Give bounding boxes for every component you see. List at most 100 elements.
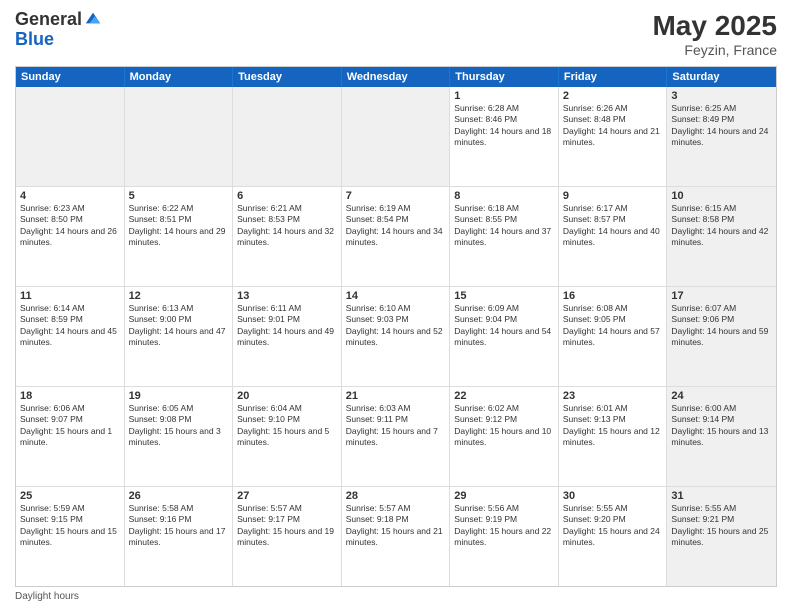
calendar-cell: 15Sunrise: 6:09 AM Sunset: 9:04 PM Dayli… (450, 287, 559, 386)
cell-info: Sunrise: 6:14 AM Sunset: 8:59 PM Dayligh… (20, 303, 120, 349)
day-number: 21 (346, 390, 446, 402)
calendar-cell: 22Sunrise: 6:02 AM Sunset: 9:12 PM Dayli… (450, 387, 559, 486)
day-number: 2 (563, 90, 663, 102)
logo-general-text: General (15, 10, 82, 30)
cell-info: Sunrise: 6:08 AM Sunset: 9:05 PM Dayligh… (563, 303, 663, 349)
calendar-cell: 13Sunrise: 6:11 AM Sunset: 9:01 PM Dayli… (233, 287, 342, 386)
cell-info: Sunrise: 5:56 AM Sunset: 9:19 PM Dayligh… (454, 503, 554, 549)
day-number: 12 (129, 290, 229, 302)
day-number: 19 (129, 390, 229, 402)
calendar-body: 1Sunrise: 6:28 AM Sunset: 8:46 PM Daylig… (16, 87, 776, 586)
calendar-cell (342, 87, 451, 186)
month-year: May 2025 (652, 10, 777, 42)
day-number: 20 (237, 390, 337, 402)
cell-info: Sunrise: 6:23 AM Sunset: 8:50 PM Dayligh… (20, 203, 120, 249)
location: Feyzin, France (652, 42, 777, 58)
calendar-cell: 5Sunrise: 6:22 AM Sunset: 8:51 PM Daylig… (125, 187, 234, 286)
cell-info: Sunrise: 6:26 AM Sunset: 8:48 PM Dayligh… (563, 103, 663, 149)
calendar-row: 4Sunrise: 6:23 AM Sunset: 8:50 PM Daylig… (16, 187, 776, 287)
calendar-cell: 20Sunrise: 6:04 AM Sunset: 9:10 PM Dayli… (233, 387, 342, 486)
day-number: 7 (346, 190, 446, 202)
calendar-row: 1Sunrise: 6:28 AM Sunset: 8:46 PM Daylig… (16, 87, 776, 187)
page: General Blue May 2025 Feyzin, France Sun… (0, 0, 792, 612)
calendar-cell (125, 87, 234, 186)
calendar-cell: 31Sunrise: 5:55 AM Sunset: 9:21 PM Dayli… (667, 487, 776, 586)
calendar-row: 25Sunrise: 5:59 AM Sunset: 9:15 PM Dayli… (16, 487, 776, 586)
calendar-header-cell: Sunday (16, 67, 125, 87)
day-number: 26 (129, 490, 229, 502)
day-number: 17 (671, 290, 772, 302)
calendar-row: 18Sunrise: 6:06 AM Sunset: 9:07 PM Dayli… (16, 387, 776, 487)
day-number: 31 (671, 490, 772, 502)
cell-info: Sunrise: 6:11 AM Sunset: 9:01 PM Dayligh… (237, 303, 337, 349)
calendar-header-cell: Monday (125, 67, 234, 87)
day-number: 18 (20, 390, 120, 402)
logo: General Blue (15, 10, 102, 50)
cell-info: Sunrise: 6:05 AM Sunset: 9:08 PM Dayligh… (129, 403, 229, 449)
calendar-cell: 27Sunrise: 5:57 AM Sunset: 9:17 PM Dayli… (233, 487, 342, 586)
cell-info: Sunrise: 6:25 AM Sunset: 8:49 PM Dayligh… (671, 103, 772, 149)
calendar-cell: 6Sunrise: 6:21 AM Sunset: 8:53 PM Daylig… (233, 187, 342, 286)
cell-info: Sunrise: 6:18 AM Sunset: 8:55 PM Dayligh… (454, 203, 554, 249)
calendar-cell: 3Sunrise: 6:25 AM Sunset: 8:49 PM Daylig… (667, 87, 776, 186)
calendar-cell: 29Sunrise: 5:56 AM Sunset: 9:19 PM Dayli… (450, 487, 559, 586)
cell-info: Sunrise: 6:10 AM Sunset: 9:03 PM Dayligh… (346, 303, 446, 349)
calendar-cell: 23Sunrise: 6:01 AM Sunset: 9:13 PM Dayli… (559, 387, 668, 486)
cell-info: Sunrise: 5:59 AM Sunset: 9:15 PM Dayligh… (20, 503, 120, 549)
calendar-cell: 7Sunrise: 6:19 AM Sunset: 8:54 PM Daylig… (342, 187, 451, 286)
calendar-cell: 17Sunrise: 6:07 AM Sunset: 9:06 PM Dayli… (667, 287, 776, 386)
calendar-cell: 11Sunrise: 6:14 AM Sunset: 8:59 PM Dayli… (16, 287, 125, 386)
calendar-cell: 14Sunrise: 6:10 AM Sunset: 9:03 PM Dayli… (342, 287, 451, 386)
cell-info: Sunrise: 6:28 AM Sunset: 8:46 PM Dayligh… (454, 103, 554, 149)
calendar: SundayMondayTuesdayWednesdayThursdayFrid… (15, 66, 777, 587)
cell-info: Sunrise: 6:22 AM Sunset: 8:51 PM Dayligh… (129, 203, 229, 249)
day-number: 15 (454, 290, 554, 302)
day-number: 3 (671, 90, 772, 102)
calendar-cell: 1Sunrise: 6:28 AM Sunset: 8:46 PM Daylig… (450, 87, 559, 186)
day-number: 16 (563, 290, 663, 302)
cell-info: Sunrise: 6:04 AM Sunset: 9:10 PM Dayligh… (237, 403, 337, 449)
calendar-cell: 12Sunrise: 6:13 AM Sunset: 9:00 PM Dayli… (125, 287, 234, 386)
day-number: 27 (237, 490, 337, 502)
cell-info: Sunrise: 5:55 AM Sunset: 9:20 PM Dayligh… (563, 503, 663, 549)
cell-info: Sunrise: 5:57 AM Sunset: 9:18 PM Dayligh… (346, 503, 446, 549)
logo-blue-text: Blue (15, 29, 54, 49)
day-number: 29 (454, 490, 554, 502)
day-number: 23 (563, 390, 663, 402)
cell-info: Sunrise: 6:13 AM Sunset: 9:00 PM Dayligh… (129, 303, 229, 349)
cell-info: Sunrise: 6:01 AM Sunset: 9:13 PM Dayligh… (563, 403, 663, 449)
cell-info: Sunrise: 6:21 AM Sunset: 8:53 PM Dayligh… (237, 203, 337, 249)
day-number: 8 (454, 190, 554, 202)
logo-icon (84, 9, 102, 27)
day-number: 28 (346, 490, 446, 502)
calendar-cell: 4Sunrise: 6:23 AM Sunset: 8:50 PM Daylig… (16, 187, 125, 286)
day-number: 5 (129, 190, 229, 202)
cell-info: Sunrise: 6:15 AM Sunset: 8:58 PM Dayligh… (671, 203, 772, 249)
calendar-cell: 8Sunrise: 6:18 AM Sunset: 8:55 PM Daylig… (450, 187, 559, 286)
calendar-cell: 16Sunrise: 6:08 AM Sunset: 9:05 PM Dayli… (559, 287, 668, 386)
calendar-cell (233, 87, 342, 186)
calendar-header: SundayMondayTuesdayWednesdayThursdayFrid… (16, 67, 776, 87)
cell-info: Sunrise: 5:55 AM Sunset: 9:21 PM Dayligh… (671, 503, 772, 549)
cell-info: Sunrise: 5:58 AM Sunset: 9:16 PM Dayligh… (129, 503, 229, 549)
day-number: 24 (671, 390, 772, 402)
calendar-cell: 2Sunrise: 6:26 AM Sunset: 8:48 PM Daylig… (559, 87, 668, 186)
calendar-header-cell: Saturday (667, 67, 776, 87)
footer-note: Daylight hours (15, 591, 777, 602)
calendar-cell: 9Sunrise: 6:17 AM Sunset: 8:57 PM Daylig… (559, 187, 668, 286)
cell-info: Sunrise: 6:02 AM Sunset: 9:12 PM Dayligh… (454, 403, 554, 449)
day-number: 6 (237, 190, 337, 202)
calendar-cell: 10Sunrise: 6:15 AM Sunset: 8:58 PM Dayli… (667, 187, 776, 286)
calendar-header-cell: Wednesday (342, 67, 451, 87)
day-number: 10 (671, 190, 772, 202)
cell-info: Sunrise: 6:06 AM Sunset: 9:07 PM Dayligh… (20, 403, 120, 449)
calendar-header-cell: Tuesday (233, 67, 342, 87)
calendar-cell: 19Sunrise: 6:05 AM Sunset: 9:08 PM Dayli… (125, 387, 234, 486)
cell-info: Sunrise: 5:57 AM Sunset: 9:17 PM Dayligh… (237, 503, 337, 549)
calendar-cell: 21Sunrise: 6:03 AM Sunset: 9:11 PM Dayli… (342, 387, 451, 486)
calendar-cell: 28Sunrise: 5:57 AM Sunset: 9:18 PM Dayli… (342, 487, 451, 586)
calendar-header-cell: Friday (559, 67, 668, 87)
cell-info: Sunrise: 6:19 AM Sunset: 8:54 PM Dayligh… (346, 203, 446, 249)
day-number: 25 (20, 490, 120, 502)
cell-info: Sunrise: 6:09 AM Sunset: 9:04 PM Dayligh… (454, 303, 554, 349)
